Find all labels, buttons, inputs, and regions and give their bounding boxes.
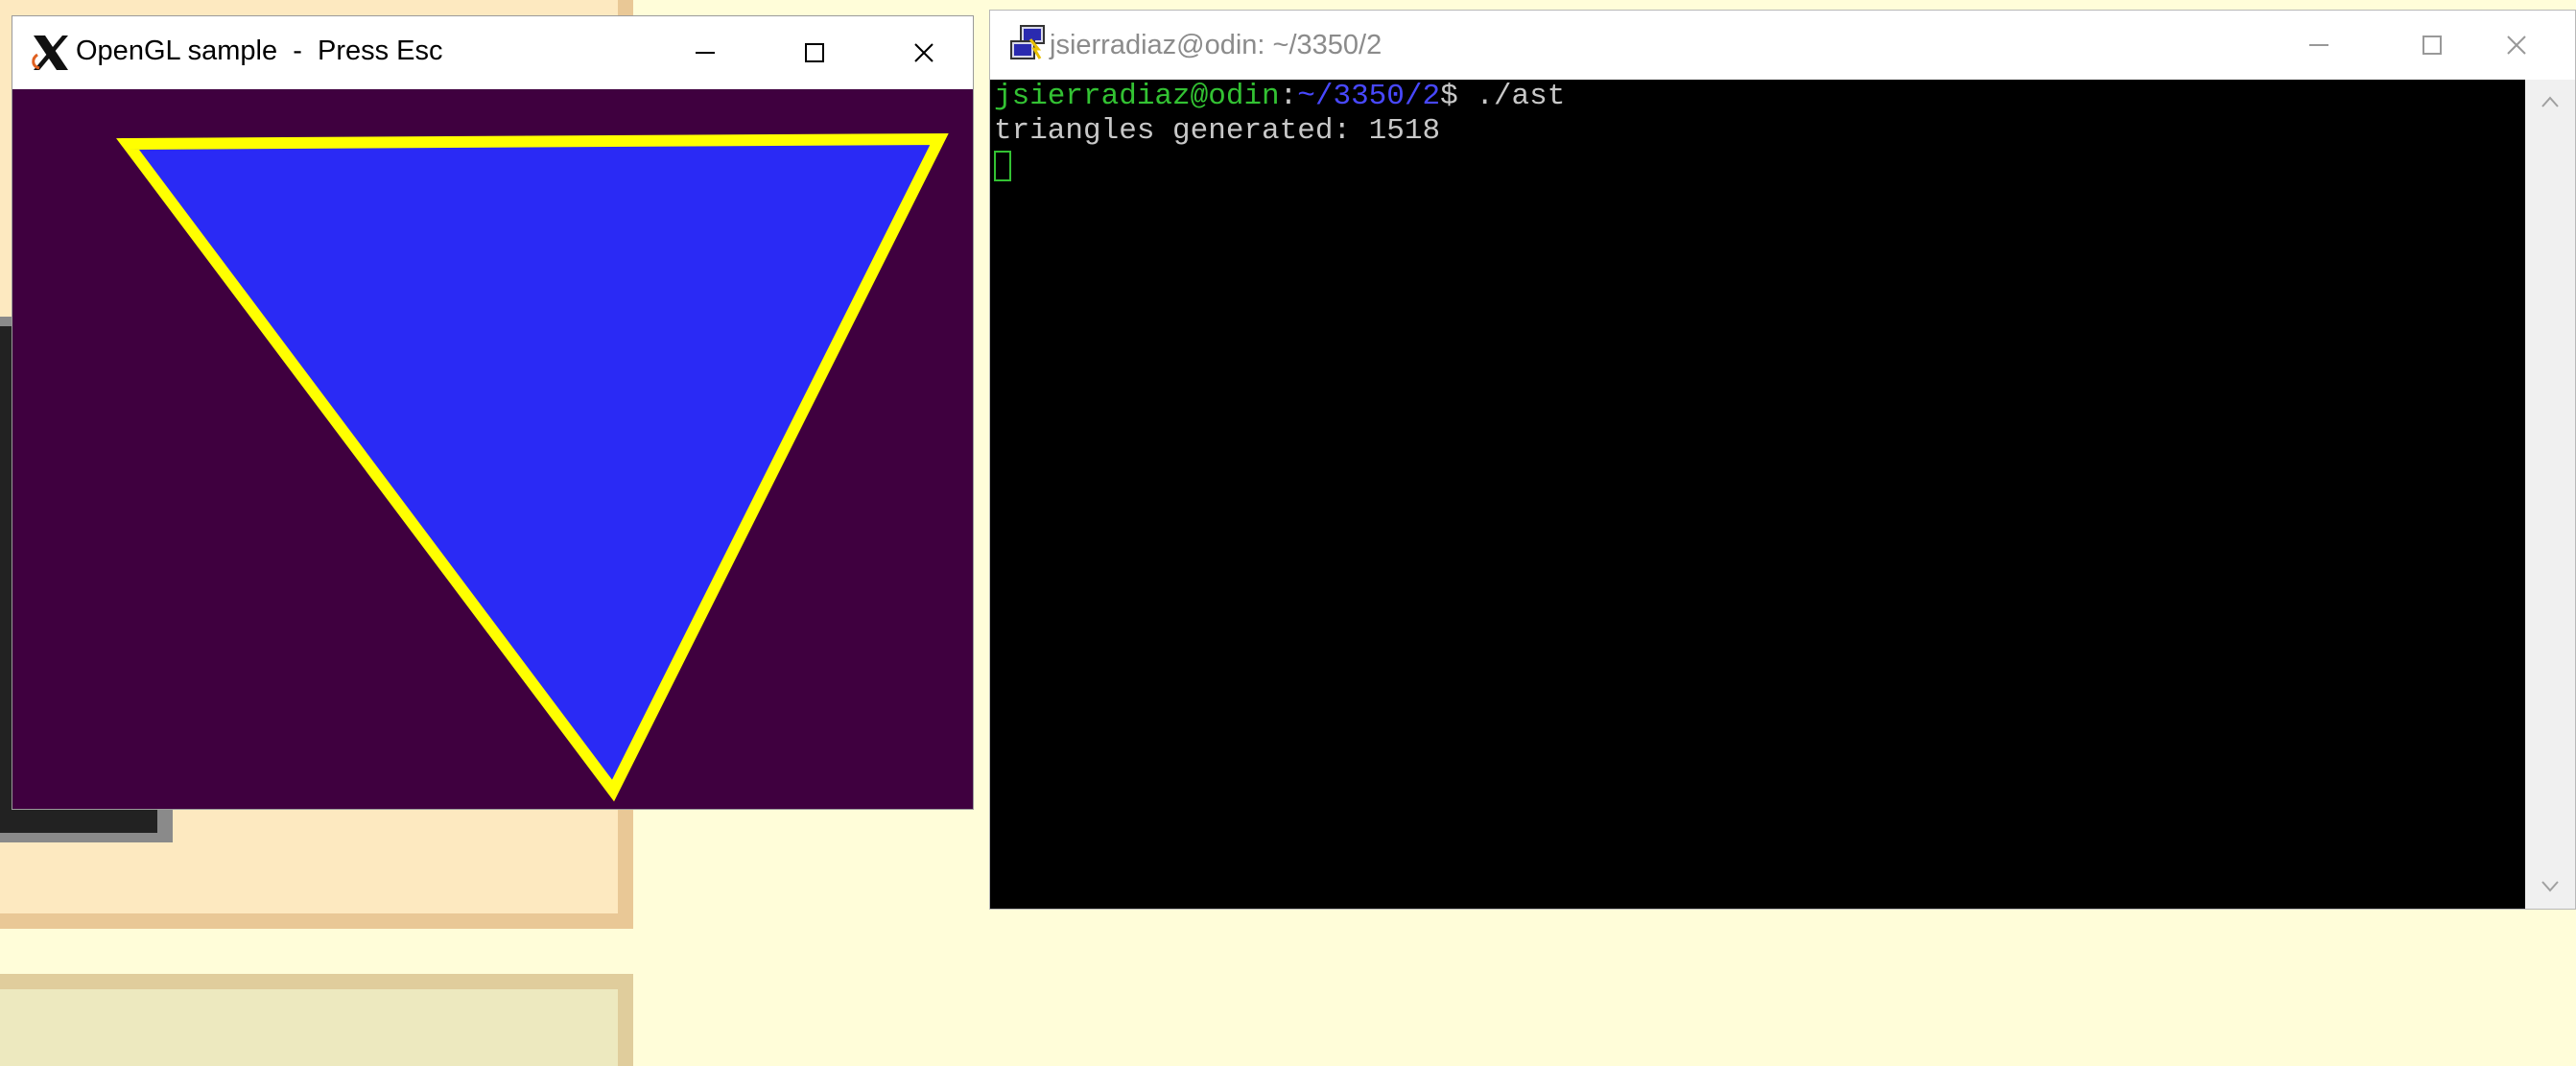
chevron-up-icon xyxy=(2541,96,2559,107)
opengl-window[interactable]: OpenGL sample - Press Esc xyxy=(12,15,974,810)
opengl-titlebar[interactable]: OpenGL sample - Press Esc xyxy=(12,16,973,89)
opengl-canvas[interactable] xyxy=(12,89,973,809)
terminal-titlebar[interactable]: jsierradiaz@odin: ~/3350/2 xyxy=(990,11,2575,80)
desktop-panel-lower xyxy=(0,974,633,1066)
prompt-user: jsierradiaz@odin xyxy=(994,80,1280,113)
blue-triangle xyxy=(116,132,949,802)
text-cursor xyxy=(994,151,1011,181)
minimize-icon xyxy=(2309,44,2328,46)
minimize-icon xyxy=(696,52,715,54)
desktop-panel-border-bottom xyxy=(0,913,633,929)
minimize-button[interactable] xyxy=(2262,11,2375,80)
chevron-down-icon xyxy=(2541,881,2559,892)
terminal-window[interactable]: jsierradiaz@odin: ~/3350/2 jsierradiaz@o… xyxy=(989,10,2576,910)
x-window-logo-icon xyxy=(32,36,68,70)
window-title: jsierradiaz@odin: ~/3350/2 xyxy=(1050,30,1383,60)
maximize-icon xyxy=(2422,36,2442,55)
close-icon xyxy=(914,43,934,62)
scroll-up-button[interactable] xyxy=(2525,85,2575,118)
close-button[interactable] xyxy=(2460,11,2573,80)
triangle-render xyxy=(116,132,949,802)
terminal-output[interactable]: jsierradiaz@odin:~/3350/2$ ./ast triangl… xyxy=(990,80,2525,909)
prompt-line: jsierradiaz@odin:~/3350/2$ ./ast xyxy=(994,80,2525,114)
minimize-button[interactable] xyxy=(650,16,760,89)
putty-icon xyxy=(1010,25,1045,59)
terminal-scrollbar[interactable] xyxy=(2525,80,2575,909)
maximize-button[interactable] xyxy=(760,16,869,89)
scroll-down-button[interactable] xyxy=(2525,870,2575,903)
prompt-colon: : xyxy=(1279,80,1298,113)
close-button[interactable] xyxy=(869,16,979,89)
cursor-line xyxy=(994,149,2525,183)
prompt-path: ~/3350/2 xyxy=(1297,80,1441,113)
prompt-symbol: $ xyxy=(1440,80,1477,113)
maximize-icon xyxy=(805,43,824,62)
window-title: OpenGL sample - Press Esc xyxy=(76,36,443,66)
output-line: triangles generated: 1518 xyxy=(994,114,1441,148)
close-icon xyxy=(2507,36,2526,55)
command-text: ./ast xyxy=(1476,80,1566,113)
